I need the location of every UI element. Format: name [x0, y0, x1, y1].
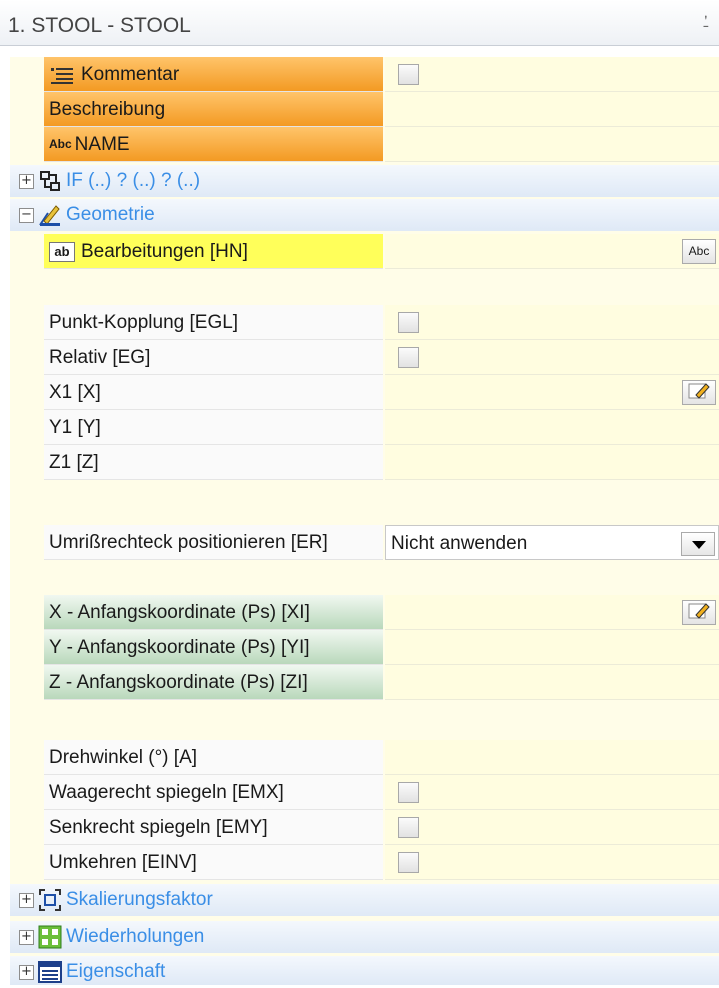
- group-if[interactable]: + IF (..) ? (..) ? (..): [10, 165, 719, 197]
- row-umriss: Umrißrechteck positionieren [ER] Nicht a…: [0, 525, 719, 561]
- panel-title: 1. STOOL - STOOL: [8, 14, 191, 37]
- scale-icon: [39, 889, 61, 911]
- relativ-value[interactable]: [385, 340, 719, 375]
- punkt-kopplung-label: Punkt-Kopplung [EGL]: [44, 305, 383, 340]
- emy-label: Senkrecht spiegeln [EMY]: [44, 810, 383, 845]
- row-punkt-kopplung: Punkt-Kopplung [EGL]: [0, 305, 719, 341]
- y1-value[interactable]: [385, 410, 719, 445]
- group-if-label: IF (..) ? (..) ? (..): [66, 170, 201, 191]
- bearbeitungen-value[interactable]: Abc: [385, 234, 719, 269]
- group-eigenschaft-label: Eigenschaft: [66, 961, 166, 982]
- comment-lines-icon: [51, 67, 73, 84]
- einv-value[interactable]: [385, 845, 719, 880]
- row-emy: Senkrecht spiegeln [EMY]: [0, 810, 719, 846]
- xi-label: X - Anfangskoordinate (Ps) [XI]: [44, 595, 383, 630]
- row-y1: Y1 [Y]: [0, 410, 719, 446]
- row-relativ: Relativ [EG]: [0, 340, 719, 376]
- einv-label: Umkehren [EINV]: [44, 845, 383, 880]
- einv-checkbox[interactable]: [398, 852, 419, 873]
- kommentar-checkbox[interactable]: [398, 64, 419, 85]
- name-text: NAME: [74, 134, 130, 155]
- row-zi: Z - Anfangskoordinate (Ps) [ZI]: [0, 665, 719, 701]
- edit-pencil-icon[interactable]: [682, 600, 716, 625]
- row-drehwinkel: Drehwinkel (°) [A]: [0, 740, 719, 776]
- expand-icon[interactable]: +: [19, 174, 34, 189]
- abc-icon: Abc: [49, 137, 72, 152]
- emx-checkbox[interactable]: [398, 782, 419, 803]
- name-value[interactable]: [385, 127, 719, 162]
- umriss-label: Umrißrechteck positionieren [ER]: [44, 525, 383, 560]
- zi-value[interactable]: [385, 665, 719, 700]
- expand-icon[interactable]: +: [19, 893, 34, 908]
- dropdown-arrow-icon[interactable]: [681, 532, 715, 556]
- row-bearbeitungen: ab Bearbeitungen [HN] Abc: [0, 234, 719, 270]
- group-wiederholungen-label: Wiederholungen: [66, 926, 205, 947]
- emx-label: Waagerecht spiegeln [EMX]: [44, 775, 383, 810]
- kommentar-text: Kommentar: [81, 64, 180, 85]
- umriss-selected-value: Nicht anwenden: [391, 533, 528, 554]
- kommentar-label: Kommentar: [44, 57, 383, 92]
- collapse-icon[interactable]: −: [19, 208, 34, 223]
- name-label: Abc NAME: [44, 127, 383, 162]
- kommentar-value[interactable]: [385, 57, 719, 92]
- expand-icon[interactable]: +: [19, 930, 34, 945]
- group-wiederholungen[interactable]: + Wiederholungen: [10, 921, 719, 953]
- yi-label: Y - Anfangskoordinate (Ps) [YI]: [44, 630, 383, 665]
- y1-label: Y1 [Y]: [44, 410, 383, 445]
- abc-button[interactable]: Abc: [682, 239, 716, 264]
- if-branch-icon: [40, 171, 60, 191]
- x1-value[interactable]: [385, 375, 719, 410]
- row-emx: Waagerecht spiegeln [EMX]: [0, 775, 719, 811]
- repeat-grid-icon: [38, 925, 62, 949]
- beschreibung-value[interactable]: [385, 92, 719, 127]
- expand-icon[interactable]: +: [19, 965, 34, 980]
- row-z1: Z1 [Z]: [0, 445, 719, 481]
- yi-value[interactable]: [385, 630, 719, 665]
- z1-label: Z1 [Z]: [44, 445, 383, 480]
- x1-label: X1 [X]: [44, 375, 383, 410]
- row-yi: Y - Anfangskoordinate (Ps) [YI]: [0, 630, 719, 666]
- geometry-ruler-icon: [39, 205, 60, 226]
- beschreibung-label: Beschreibung: [44, 92, 383, 127]
- drehwinkel-label: Drehwinkel (°) [A]: [44, 740, 383, 775]
- bearbeitungen-text: Bearbeitungen [HN]: [81, 241, 248, 262]
- property-table-icon: [38, 961, 62, 983]
- emy-checkbox[interactable]: [398, 817, 419, 838]
- ab-icon: ab: [49, 241, 75, 262]
- punkt-kopplung-checkbox[interactable]: [398, 312, 419, 333]
- emy-value[interactable]: [385, 810, 719, 845]
- xi-value[interactable]: [385, 595, 719, 630]
- zi-label: Z - Anfangskoordinate (Ps) [ZI]: [44, 665, 383, 700]
- z1-value[interactable]: [385, 445, 719, 480]
- group-geometrie[interactable]: − Geometrie: [10, 199, 719, 231]
- group-eigenschaft[interactable]: + Eigenschaft: [10, 956, 719, 985]
- row-einv: Umkehren [EINV]: [0, 845, 719, 881]
- relativ-label: Relativ [EG]: [44, 340, 383, 375]
- emx-value[interactable]: [385, 775, 719, 810]
- relativ-checkbox[interactable]: [398, 347, 419, 368]
- row-name: Abc NAME: [0, 127, 719, 163]
- bearbeitungen-label: ab Bearbeitungen [HN]: [44, 234, 383, 269]
- group-skalierung[interactable]: + Skalierungsfaktor: [10, 884, 719, 916]
- row-kommentar: Kommentar: [0, 57, 719, 93]
- row-x1: X1 [X]: [0, 375, 719, 411]
- pin-icon[interactable]: ⍘: [701, 12, 711, 32]
- drehwinkel-value[interactable]: [385, 740, 719, 775]
- group-skalierung-label: Skalierungsfaktor: [66, 889, 213, 910]
- row-xi: X - Anfangskoordinate (Ps) [XI]: [0, 595, 719, 631]
- umriss-dropdown[interactable]: Nicht anwenden: [385, 525, 719, 560]
- row-beschreibung: Beschreibung: [0, 92, 719, 128]
- punkt-kopplung-value[interactable]: [385, 305, 719, 340]
- panel-titlebar: 1. STOOL - STOOL ⍘: [0, 0, 719, 46]
- edit-pencil-icon[interactable]: [682, 380, 716, 405]
- group-geometrie-label: Geometrie: [66, 204, 155, 225]
